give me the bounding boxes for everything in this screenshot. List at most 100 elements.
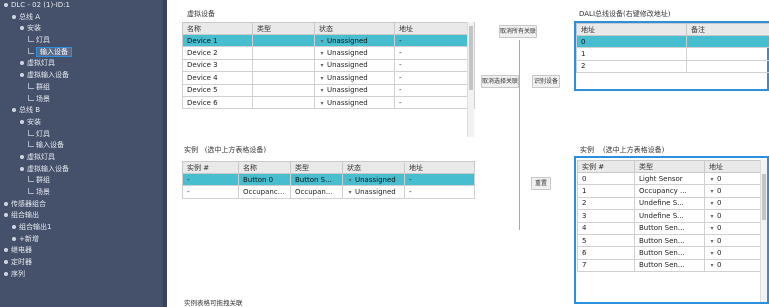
- col-name[interactable]: 名称: [182, 22, 253, 35]
- dali-address-cell[interactable]: 0: [576, 34, 687, 49]
- tree-item[interactable]: 场景: [0, 187, 167, 199]
- instance-type-cell[interactable]: Button S...: [290, 172, 343, 187]
- instance-name-cell[interactable]: Button 0: [238, 172, 291, 187]
- instance-address-cell[interactable]: ▾ 0: [704, 171, 761, 186]
- table-row[interactable]: 2: [576, 59, 769, 74]
- device-type-cell[interactable]: [252, 46, 315, 60]
- dropdown-arrow-icon[interactable]: ▾: [319, 87, 325, 94]
- instance-status-cell[interactable]: ▾ Unassigned: [342, 185, 405, 199]
- col-type[interactable]: 类型: [252, 22, 315, 35]
- table-row[interactable]: Device 4 ▾ Unassigned -: [182, 71, 475, 85]
- dali-address-cell[interactable]: 1: [576, 47, 687, 61]
- col-note[interactable]: 备注: [686, 23, 769, 36]
- instance-type-cell[interactable]: Occupan...: [290, 185, 343, 199]
- instance-address-cell[interactable]: ▾ 0: [704, 209, 761, 223]
- table-row[interactable]: 3 Undefine S... ▾ 0: [577, 209, 761, 223]
- dropdown-arrow-icon[interactable]: ▾: [347, 177, 353, 184]
- col-status[interactable]: 状态: [342, 161, 405, 174]
- identify-device-button[interactable]: 识别设备: [532, 75, 560, 88]
- device-type-cell[interactable]: [252, 83, 315, 97]
- tree-item[interactable]: +新增: [0, 234, 167, 246]
- device-status-cell[interactable]: ▾ Unassigned: [314, 95, 395, 110]
- dali-note-cell[interactable]: [686, 47, 769, 61]
- dropdown-arrow-icon[interactable]: ▾: [319, 62, 325, 69]
- dropdown-arrow-icon[interactable]: ▾: [709, 238, 715, 245]
- instance-address-cell[interactable]: ▾ 0: [704, 221, 761, 235]
- tree-item[interactable]: 组合输出: [0, 210, 167, 222]
- table-row[interactable]: 7 Button Sen... ▾ 0: [577, 258, 761, 273]
- device-name-cell[interactable]: Device 3: [182, 58, 253, 73]
- dropdown-arrow-icon[interactable]: ▾: [709, 188, 715, 195]
- tree-item[interactable]: 虚拟输入设备: [0, 164, 167, 176]
- dropdown-arrow-icon[interactable]: ▾: [709, 176, 715, 183]
- sidebar-tree[interactable]: DLC - 02 (1)-ID:1 总线 A 安装 灯具 输入设备 虚拟灯具 虚拟输入设备群…: [0, 0, 167, 307]
- dropdown-arrow-icon[interactable]: ▾: [709, 262, 715, 269]
- tree-item[interactable]: 虚拟灯具: [0, 152, 167, 164]
- table-row[interactable]: Device 1 ▾ Unassigned -: [182, 33, 475, 48]
- device-name-cell[interactable]: Device 2: [182, 46, 253, 60]
- dali-note-cell[interactable]: [686, 59, 769, 74]
- col-address[interactable]: 地址: [576, 23, 687, 36]
- device-type-cell[interactable]: [252, 95, 315, 110]
- device-status-cell[interactable]: ▾ Unassigned: [314, 83, 395, 97]
- tree-item[interactable]: 序列: [0, 269, 167, 281]
- tree-item[interactable]: 灯具: [0, 129, 167, 141]
- device-name-cell[interactable]: Device 5: [182, 83, 253, 97]
- table-row[interactable]: Device 2 ▾ Unassigned -: [182, 46, 475, 60]
- device-status-cell[interactable]: ▾ Unassigned: [314, 33, 395, 48]
- table-row[interactable]: 6 Button Sen... ▾ 0: [577, 246, 761, 260]
- col-address[interactable]: 地址: [404, 161, 475, 174]
- tree-item[interactable]: 灯具: [0, 35, 167, 47]
- tree-item[interactable]: 群组: [0, 175, 167, 187]
- device-name-cell[interactable]: Device 6: [182, 95, 253, 110]
- table-row[interactable]: - Button 0 Button S... ▾ Unassigned -: [182, 172, 475, 187]
- dropdown-arrow-icon[interactable]: ▾: [347, 189, 353, 196]
- tree-item[interactable]: 组合输出1: [0, 222, 167, 234]
- instance-address-cell[interactable]: ▾ 0: [704, 233, 761, 248]
- table-row[interactable]: 1 Occupancy ... ▾ 0: [577, 184, 761, 198]
- device-name-cell[interactable]: Device 4: [182, 71, 253, 85]
- table-row[interactable]: 0 Light Sensor ▾ 0: [577, 171, 761, 186]
- instance-address-cell[interactable]: ▾ 0: [704, 258, 761, 273]
- instance-status-cell[interactable]: ▾ Unassigned: [342, 172, 405, 187]
- table-row[interactable]: 2 Undefine S... ▾ 0: [577, 196, 761, 211]
- sidebar-scrollbar[interactable]: [163, 0, 167, 307]
- tree-item[interactable]: 定时器: [0, 257, 167, 269]
- device-type-cell[interactable]: [252, 33, 315, 48]
- tree-item[interactable]: DLC - 02 (1)-ID:1: [0, 0, 167, 12]
- device-name-cell[interactable]: Device 1: [182, 33, 253, 48]
- col-name[interactable]: 名称: [238, 161, 291, 174]
- table-row[interactable]: Device 5 ▾ Unassigned -: [182, 83, 475, 97]
- col-instance[interactable]: 实例 #: [182, 161, 239, 174]
- col-type[interactable]: 类型: [290, 161, 343, 174]
- tree-item[interactable]: 输入设备: [0, 46, 167, 59]
- dali-note-cell[interactable]: [686, 34, 769, 49]
- table-row[interactable]: Device 6 ▾ Unassigned -: [182, 95, 475, 110]
- tree-item[interactable]: 传感器组合: [0, 199, 167, 211]
- dropdown-arrow-icon[interactable]: ▾: [319, 38, 325, 45]
- col-status[interactable]: 状态: [314, 22, 395, 35]
- dropdown-arrow-icon[interactable]: ▾: [319, 75, 325, 82]
- table-row[interactable]: 1: [576, 47, 769, 61]
- device-status-cell[interactable]: ▾ Unassigned: [314, 46, 395, 60]
- reset-button[interactable]: 重置: [531, 177, 551, 190]
- dropdown-arrow-icon[interactable]: ▾: [709, 250, 715, 257]
- table-row[interactable]: 4 Button Sen... ▾ 0: [577, 221, 761, 235]
- tree-item[interactable]: 虚拟灯具: [0, 58, 167, 70]
- instance-address-cell[interactable]: ▾ 0: [704, 184, 761, 198]
- table-row[interactable]: 0: [576, 34, 769, 49]
- dali-instance-scrollbar[interactable]: [760, 160, 767, 302]
- col-address[interactable]: 地址: [394, 22, 475, 35]
- dali-address-cell[interactable]: 2: [576, 59, 687, 74]
- tree-item[interactable]: 场景: [0, 94, 167, 106]
- dropdown-arrow-icon[interactable]: ▾: [319, 100, 325, 107]
- table-row[interactable]: Device 3 ▾ Unassigned -: [182, 58, 475, 73]
- tree-item[interactable]: 继电器: [0, 245, 167, 257]
- tree-item[interactable]: 输入设备: [0, 140, 167, 152]
- tree-item[interactable]: 安装: [0, 23, 167, 35]
- table-row[interactable]: 5 Button Sen... ▾ 0: [577, 233, 761, 248]
- dropdown-arrow-icon[interactable]: ▾: [709, 213, 715, 220]
- tree-item[interactable]: 群组: [0, 82, 167, 94]
- tree-item[interactable]: 总线 B: [0, 105, 167, 117]
- dropdown-arrow-icon[interactable]: ▾: [709, 225, 715, 232]
